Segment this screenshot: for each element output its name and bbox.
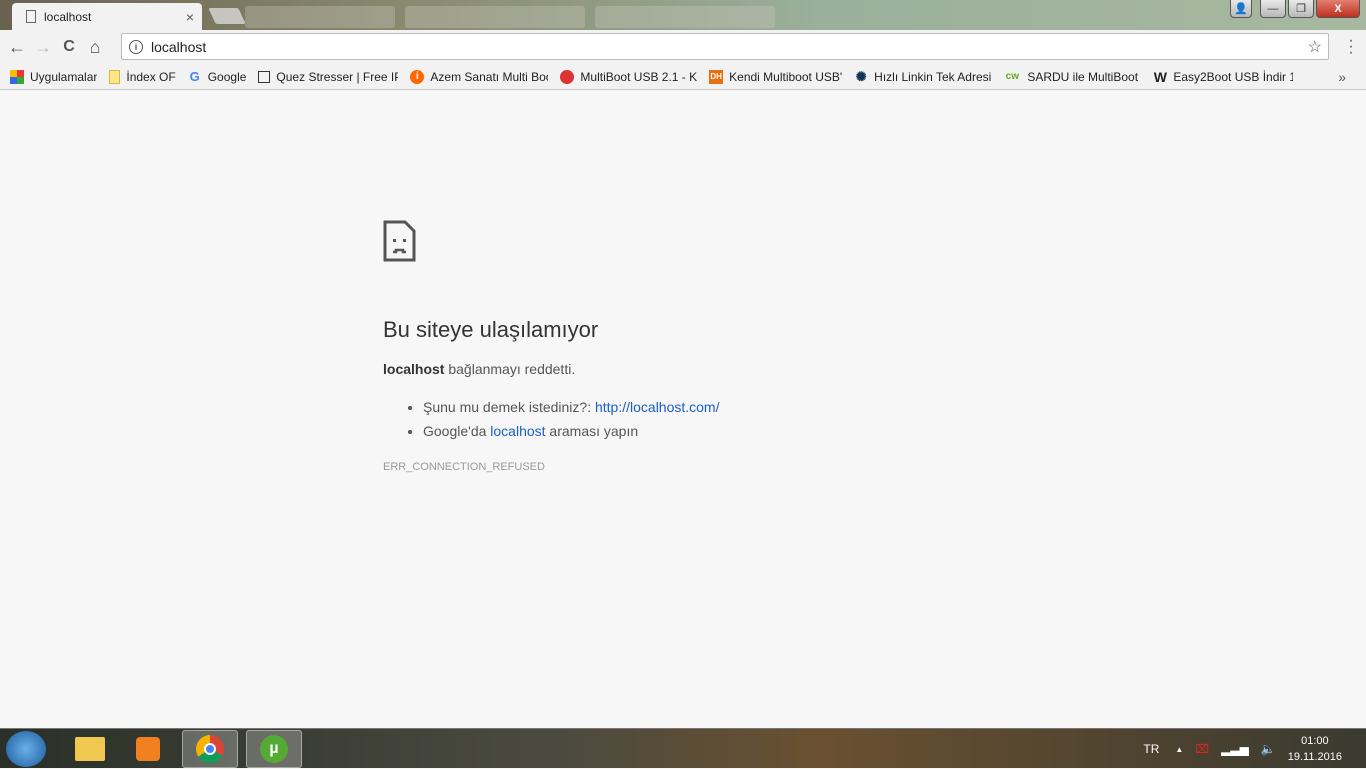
restore-button[interactable]: ❐ [1288, 0, 1314, 18]
url-text[interactable]: localhost [151, 39, 206, 55]
search-page-icon [258, 70, 271, 83]
w-icon: W [1153, 69, 1167, 84]
bookmark-item[interactable]: ✺ Hızlı Linkin Tek Adresi [854, 69, 992, 84]
background-tab[interactable] [245, 6, 395, 28]
close-button[interactable]: X [1316, 0, 1360, 18]
network-icon[interactable]: ▂▃▅ [1221, 742, 1249, 756]
dh-icon: DH [709, 69, 724, 84]
menu-icon[interactable]: · · · [1348, 33, 1354, 61]
address-bar[interactable]: i localhost ☆ [121, 33, 1329, 60]
utorrent-taskbar-icon[interactable]: µ [246, 730, 302, 768]
bookmark-item[interactable]: G Google [188, 70, 247, 84]
tab-localhost[interactable]: localhost × [12, 3, 202, 30]
background-tab[interactable] [595, 6, 775, 28]
cw-icon: cw [1005, 71, 1019, 82]
tab-title: localhost [44, 9, 92, 24]
power-icon[interactable]: ⌧ [1195, 742, 1209, 756]
star-icon[interactable]: ☆ [1308, 37, 1322, 57]
google-icon: G [189, 69, 200, 84]
google-search-link[interactable]: localhost [490, 423, 545, 439]
minimize-button[interactable]: — [1260, 0, 1286, 18]
apps-grid-icon [10, 69, 24, 84]
system-tray: TR ▲ ⌧ ▂▃▅ 🔈 01:00 19.11.2016 [1143, 729, 1366, 769]
page-icon [26, 10, 36, 23]
bookmarks-bar: Uygulamalar İndex OF G Google Quez Stress… [0, 64, 1366, 90]
suggested-url-link[interactable]: http://localhost.com/ [595, 399, 720, 415]
red-circle-icon [560, 69, 575, 84]
bookmark-item[interactable]: MultiBoot USB 2.1 - K [560, 69, 697, 84]
show-hidden-icons[interactable]: ▲ [1175, 745, 1183, 754]
error-title: Bu siteye ulaşılamıyor [383, 317, 599, 342]
bookmark-item[interactable]: i Azem Sanatı Multi Boot [410, 69, 548, 84]
tab-close-icon[interactable]: × [186, 9, 194, 25]
orange-circle-icon: i [410, 69, 425, 84]
new-tab-button[interactable] [208, 8, 246, 24]
background-tab[interactable] [405, 6, 585, 28]
bookmark-item[interactable]: Quez Stresser | Free IP [258, 70, 398, 84]
start-button[interactable] [6, 731, 46, 767]
info-icon[interactable]: i [129, 39, 143, 54]
bookmark-item[interactable]: İndex OF [109, 69, 176, 84]
reload-icon[interactable]: C [56, 38, 82, 56]
explorer-taskbar-icon[interactable] [62, 730, 118, 768]
back-icon[interactable]: ← [4, 37, 30, 58]
error-code: ERR_CONNECTION_REFUSED [383, 461, 545, 473]
error-description: localhost bağlanmayı reddetti. [383, 361, 576, 377]
language-indicator[interactable]: TR [1143, 742, 1159, 756]
media-player-taskbar-icon[interactable] [120, 730, 176, 768]
bookmark-item[interactable]: W Easy2Boot USB İndir 1 [1153, 69, 1294, 84]
taskbar: µ TR ▲ ⌧ ▂▃▅ 🔈 01:00 19.11.2016 [0, 728, 1366, 768]
user-icon[interactable]: 👤 [1230, 0, 1252, 18]
bookmark-item[interactable]: DH Kendi Multiboot USB' [709, 69, 842, 84]
forward-icon[interactable]: → [30, 37, 56, 58]
toolbar: ← → C ⌂ i localhost ☆ · · · [0, 30, 1366, 64]
suggestion-item: Şunu mu demek istediniz?: http://localho… [423, 395, 720, 419]
error-page: Bu siteye ulaşılamıyor localhost bağlanm… [383, 220, 720, 473]
suggestion-item: Google'da localhost araması yapın [423, 419, 720, 443]
bookmark-item[interactable]: cw SARDU ile MultiBoot U [1003, 70, 1142, 84]
clock[interactable]: 01:00 19.11.2016 [1288, 733, 1342, 765]
folder-icon [109, 69, 121, 84]
title-bar: localhost × 👤 — ❐ X [0, 0, 1366, 30]
volume-icon[interactable]: 🔈 [1261, 742, 1276, 756]
bookmarks-more-icon[interactable]: » [1338, 69, 1346, 85]
bookmark-apps[interactable]: Uygulamalar [10, 69, 97, 84]
suggestions-list: Şunu mu demek istediniz?: http://localho… [423, 395, 720, 443]
swirl-icon: ✺ [855, 69, 867, 84]
home-icon[interactable]: ⌂ [82, 37, 108, 58]
chrome-taskbar-icon[interactable] [182, 730, 238, 768]
sad-page-icon [383, 220, 416, 262]
